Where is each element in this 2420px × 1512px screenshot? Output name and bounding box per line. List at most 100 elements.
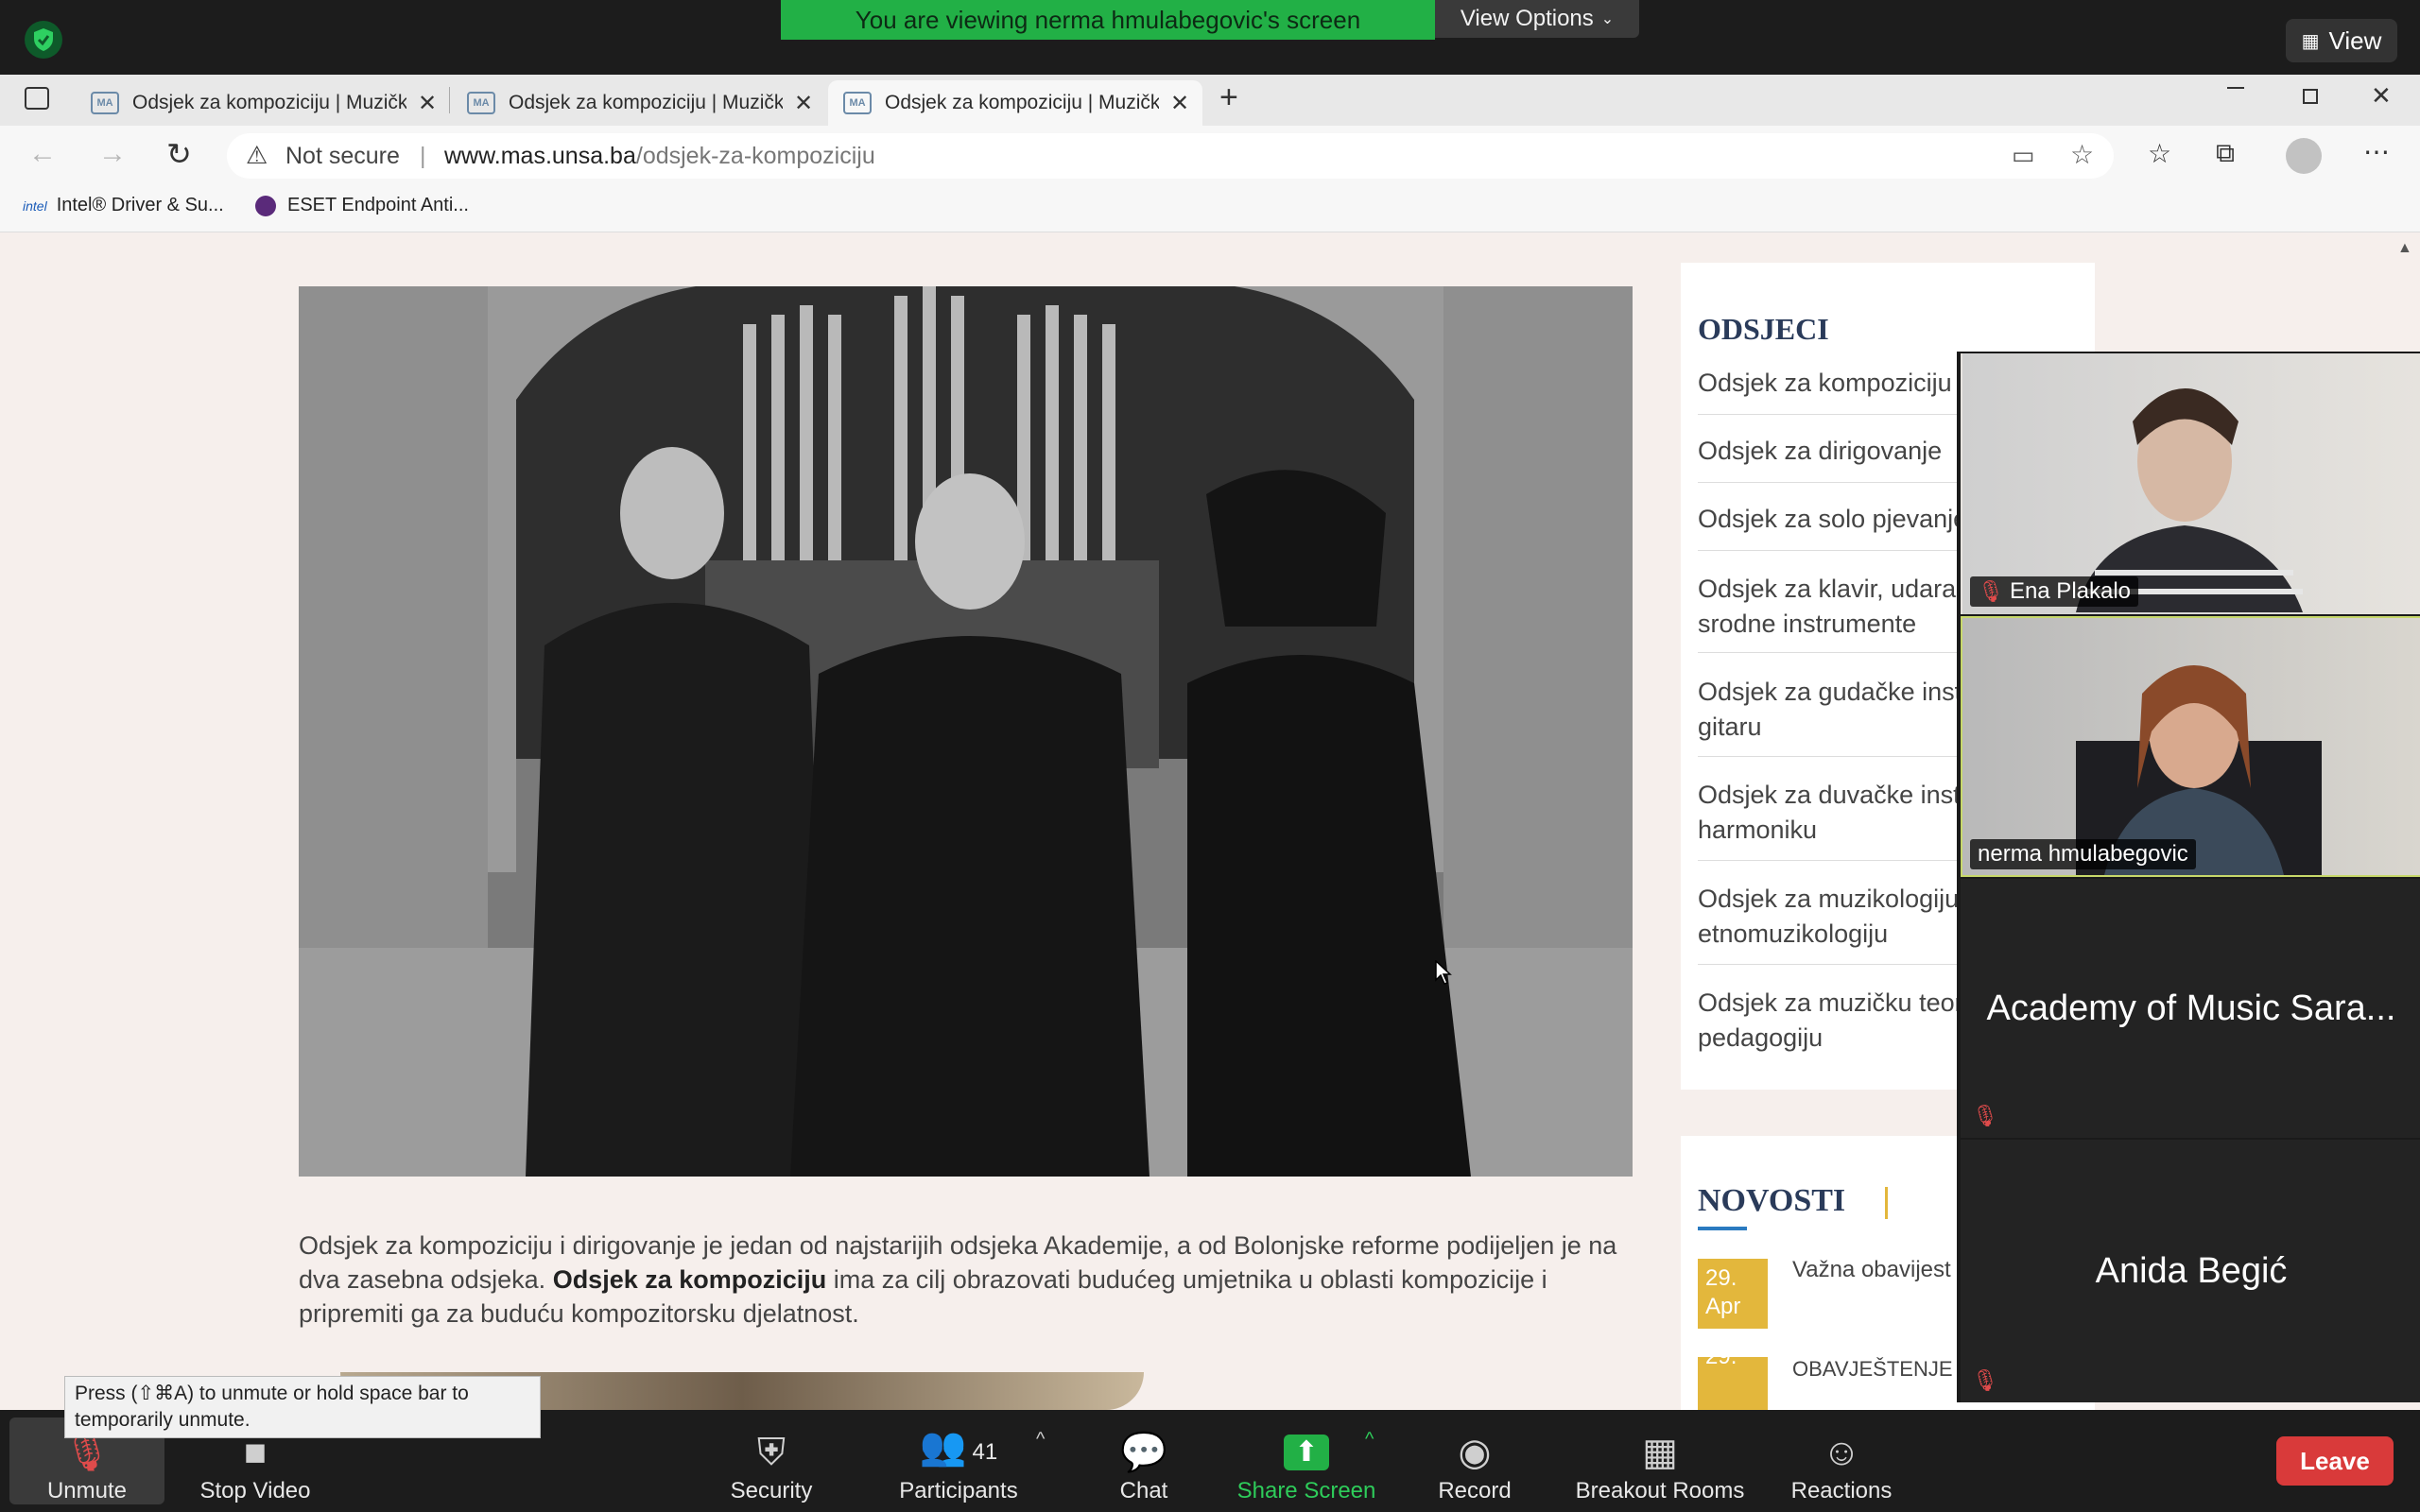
more-menu-icon[interactable]: ⋯	[2363, 136, 2390, 167]
video-tile[interactable]: Academy of Music Sara... 🎙	[1961, 879, 2420, 1138]
department-photo	[299, 286, 1633, 1177]
favorites-icon[interactable]: ☆	[2148, 138, 2171, 169]
participants-label: Participants	[899, 1478, 1018, 1503]
tab-divider	[449, 87, 450, 113]
share-options-caret-icon[interactable]: ^	[1365, 1429, 1374, 1451]
view-options-label: View Options	[1460, 6, 1594, 31]
unmute-label: Unmute	[46, 1478, 128, 1503]
chevron-down-icon: ⌄	[1600, 11, 1615, 27]
record-button[interactable]: ◉ Record	[1418, 1418, 1531, 1504]
intel-logo-icon: intel	[23, 198, 47, 214]
url-text[interactable]: www.mas.unsa.ba/odsjek-za-kompoziciju	[444, 143, 875, 170]
view-button[interactable]: ▦ View	[2286, 19, 2397, 62]
eset-logo-icon	[255, 195, 276, 216]
browser-tab[interactable]: MA Odsjek za kompoziciju | Muzička ✕	[76, 80, 437, 126]
browser-tab[interactable]: MA Odsjek za kompoziciju | Muzička ✕	[452, 80, 813, 126]
muted-mic-icon: 🎙	[1972, 1368, 1998, 1392]
chat-button[interactable]: 💬 Chat	[1097, 1418, 1191, 1504]
url-divider: |	[420, 143, 426, 169]
address-bar[interactable]: ⚠ Not secure | www.mas.unsa.ba/odsjek-za…	[227, 133, 2114, 179]
security-label: Security	[730, 1478, 813, 1503]
bookmark-label: ESET Endpoint Anti...	[287, 195, 469, 215]
video-tile[interactable]: 🎙 Ena Plakalo	[1961, 353, 2420, 614]
refresh-icon[interactable]: ↻	[166, 136, 192, 172]
video-tile-active-speaker[interactable]: nerma hmulabegovic	[1961, 616, 2420, 877]
view-options-button[interactable]: View Options ⌄	[1435, 0, 1639, 38]
news-title-underline	[1698, 1227, 1747, 1230]
leave-button[interactable]: Leave	[2276, 1436, 2394, 1486]
site-favicon-icon: MA	[467, 92, 495, 114]
participant-name-tag: 🎙 Ena Plakalo	[1970, 576, 2139, 607]
share-screen-label: Share Screen	[1236, 1478, 1376, 1503]
close-tab-icon[interactable]: ✕	[418, 90, 437, 117]
news-item-title[interactable]: Važna obavijest	[1792, 1257, 1951, 1283]
reader-view-icon[interactable]: ▭	[2012, 141, 2035, 170]
description-bold: Odsjek za kompoziciju	[552, 1265, 827, 1294]
share-screen-button[interactable]: ⬆ Share Screen	[1229, 1418, 1384, 1504]
participant-name: nerma hmulabegovic	[1978, 841, 2188, 867]
add-favorite-icon[interactable]: ☆	[2070, 139, 2094, 170]
mouse-cursor-icon	[1435, 959, 1452, 989]
news-item-title[interactable]: OBAVJEŠTENJE O	[1792, 1357, 1975, 1382]
reactions-smiley-icon: ☺	[1822, 1432, 1861, 1473]
tab-title: Odsjek za kompoziciju | Muzička	[885, 92, 1159, 113]
news-title: NOVOSTI	[1698, 1183, 1846, 1218]
participants-caret-icon[interactable]: ^	[1036, 1429, 1045, 1451]
news-date-day: 29.	[1705, 1265, 1737, 1291]
muted-mic-icon: 🎙	[1978, 579, 2004, 603]
share-screen-arrow-icon: ⬆	[1284, 1435, 1329, 1470]
department-description: Odsjek za kompoziciju i dirigovanje je j…	[299, 1228, 1635, 1331]
participant-name: Ena Plakalo	[2009, 578, 2132, 604]
view-button-label: View	[2328, 26, 2382, 55]
site-favicon-icon: MA	[91, 92, 119, 114]
forward-arrow-icon[interactable]: →	[98, 138, 127, 170]
encryption-shield-icon[interactable]	[25, 21, 62, 59]
new-tab-icon[interactable]: +	[1219, 79, 1238, 116]
profile-avatar-icon[interactable]	[2286, 138, 2322, 174]
browser-tab-active[interactable]: MA Odsjek za kompoziciju | Muzička ✕	[828, 80, 1202, 126]
viewing-screen-banner: You are viewing nerma hmulabegovic's scr…	[781, 0, 1435, 40]
breakout-rooms-label: Breakout Rooms	[1575, 1478, 1745, 1503]
video-tile[interactable]: Anida Begić 🎙	[1961, 1140, 2420, 1402]
site-favicon-icon: MA	[843, 92, 872, 114]
tab-title: Odsjek za kompoziciju | Muzička	[132, 92, 406, 113]
breakout-rooms-button[interactable]: ▦ Breakout Rooms	[1565, 1418, 1754, 1504]
restore-icon[interactable]	[2303, 89, 2318, 104]
bookmark-label: Intel® Driver & Su...	[56, 195, 224, 215]
reactions-label: Reactions	[1790, 1478, 1893, 1503]
bookmark-item[interactable]: ESET Endpoint Anti...	[255, 195, 469, 216]
reactions-button[interactable]: ☺ Reactions	[1783, 1418, 1900, 1504]
warning-icon: ⚠	[246, 141, 268, 169]
news-date-month: Apr	[1705, 1294, 1741, 1319]
security-status[interactable]: Not secure	[285, 143, 400, 170]
close-tab-icon[interactable]: ✕	[794, 90, 813, 117]
sidebar-title: ODSJECI	[1698, 312, 1829, 346]
participant-name-large: Academy of Music Sara...	[1986, 988, 2396, 1028]
record-label: Record	[1438, 1478, 1512, 1503]
participant-name-large: Anida Begić	[2095, 1250, 2288, 1291]
news-date-badge: 29.	[1698, 1357, 1768, 1410]
participants-button[interactable]: 👥 41 Participants	[883, 1418, 1034, 1504]
url-host: www.mas.unsa.ba	[444, 143, 636, 169]
breakout-rooms-icon: ▦	[1642, 1432, 1678, 1473]
back-arrow-icon[interactable]: ←	[28, 138, 57, 170]
tab-actions-icon[interactable]	[25, 87, 49, 110]
tab-title: Odsjek za kompoziciju | Muzička	[509, 92, 783, 113]
close-window-icon[interactable]: ✕	[2371, 81, 2392, 111]
security-button[interactable]: ⛨ Security	[705, 1418, 838, 1504]
news-date-day: 29.	[1705, 1357, 1768, 1370]
scroll-up-arrow-icon[interactable]: ▲	[2397, 240, 2412, 257]
participant-name-tag: nerma hmulabegovic	[1970, 839, 2196, 869]
stop-video-label: Stop Video	[199, 1478, 311, 1503]
bookmark-item[interactable]: intel Intel® Driver & Su...	[23, 195, 224, 216]
close-tab-icon[interactable]: ✕	[1170, 90, 1189, 117]
minimize-icon[interactable]	[2227, 87, 2244, 89]
participants-icon: 👥 41	[919, 1426, 998, 1468]
muted-mic-icon: 🎙	[1972, 1104, 1998, 1127]
record-icon: ◉	[1458, 1432, 1492, 1473]
grid-icon: ▦	[2301, 30, 2320, 52]
unmute-tooltip: Press (⇧⌘A) to unmute or hold space bar …	[64, 1376, 541, 1438]
participants-count: 41	[972, 1439, 998, 1465]
chat-bubble-icon: 💬	[1120, 1432, 1167, 1473]
collections-icon[interactable]: ⧉	[2216, 138, 2235, 169]
